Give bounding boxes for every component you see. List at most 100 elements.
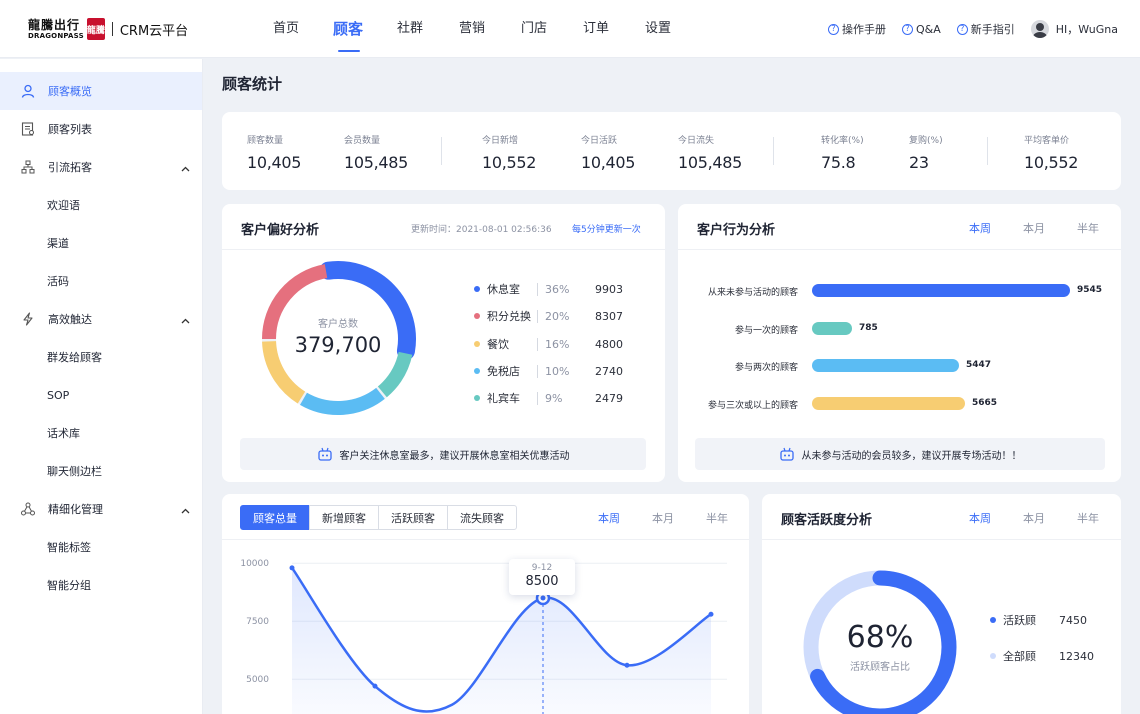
behavior-label: 从来未参与活动的顾客 [707,288,798,298]
data-point[interactable] [624,662,630,668]
segment-lost[interactable]: 流失顾客 [447,505,517,530]
stat-label: 今日活跃 [581,136,618,146]
sidebar-item-acquisition[interactable]: 引流拓客 [0,148,202,186]
tab-week[interactable]: 本周 [969,220,991,236]
behavior-bar [812,397,965,410]
segment-active[interactable]: 活跃顾客 [378,505,448,530]
stat-label: 顾客数量 [247,136,284,146]
logo-wordmark: 龍騰出行 DRAGONPASS [28,19,84,40]
stat-lost-today: 今日流失 105,485 [678,133,742,172]
sidebar-item-script-library[interactable]: 话术库 [0,414,202,452]
sidebar-item-mass-send[interactable]: 群发给顾客 [0,338,202,376]
segment-new[interactable]: 新增顾客 [309,505,379,530]
behavior-value: 5447 [966,360,992,370]
stat-divider [773,137,774,165]
qa-link[interactable]: ? Q&A [902,23,941,36]
sidebar-item-live-code[interactable]: 活码 [0,262,202,300]
legend-name: 礼宾车 [487,392,520,405]
stat-divider [987,137,988,165]
stat-value: 10,405 [247,153,302,172]
behavior-value: 785 [859,323,878,333]
segment-total[interactable]: 顾客总量 [240,505,310,530]
legend-dot [474,313,480,319]
refresh-note-link[interactable]: 每5分钟更新一次 [572,222,641,235]
sidebar-item-label: 高效触达 [48,313,92,326]
brand-logo[interactable]: 龍騰出行 DRAGONPASS 龍騰 CRM云平台 [28,16,188,42]
chevron-up-icon[interactable] [181,162,190,175]
tab-half-year[interactable]: 半年 [706,510,728,526]
tab-week[interactable]: 本周 [969,510,991,526]
sidebar-item-smart-tags[interactable]: 智能标签 [0,528,202,566]
chevron-up-icon[interactable] [181,504,190,517]
sidebar-item-customer-list[interactable]: 顾客列表 [0,110,202,148]
range-tabs: 本周 本月 半年 [598,510,728,526]
legend-name: 全部顾 [1003,650,1036,663]
legend-pct: 10% [537,364,595,378]
stat-value: 105,485 [678,153,743,172]
stat-avg-order: 平均客单价 10,552 [1024,133,1078,172]
stat-label: 今日流失 [678,136,715,146]
sidebar-item-label: 顾客概览 [48,85,92,98]
tooltip-value: 8500 [525,574,559,589]
range-tabs: 本周 本月 半年 [969,510,1099,526]
lightning-icon [20,311,36,327]
sidebar-item-smart-groups[interactable]: 智能分组 [0,566,202,604]
stat-value: 10,405 [581,153,636,172]
chevron-up-icon[interactable] [181,314,190,327]
behavior-bar [812,359,959,372]
manual-link[interactable]: ? 操作手册 [828,21,886,37]
legend-value: 9903 [595,282,623,296]
sidebar-item-reach[interactable]: 高效触达 [0,300,202,338]
legend-pct: 36% [537,282,595,296]
user-menu[interactable]: HI，WuGna [1030,20,1118,38]
tab-month[interactable]: 本月 [1023,220,1045,236]
donut-center-value: 379,700 [294,333,382,357]
stat-value: 105,485 [344,153,409,172]
card-header: 客户行为分析 本周 本月 半年 [678,204,1121,250]
nav-orders[interactable]: 订单 [565,0,627,58]
tooltip-date: 9-12 [531,563,553,573]
card-header: 顾客活跃度分析 本周 本月 半年 [762,494,1121,540]
sidebar-item-chat-sidebar[interactable]: 聊天侧边栏 [0,452,202,490]
tab-month[interactable]: 本月 [1023,510,1045,526]
legend-value: 2479 [595,391,623,405]
data-point[interactable] [289,565,295,571]
data-point[interactable] [708,611,714,617]
trend-card: 顾客总量 新增顾客 活跃顾客 流失顾客 本周 本月 半年 10000 7500 50… [222,494,749,714]
tab-half-year[interactable]: 半年 [1077,510,1099,526]
sidebar-item-channel[interactable]: 渠道 [0,224,202,262]
sidebar-item-customer-overview[interactable]: 顾客概览 [0,72,202,110]
logo-badge: 龍騰 [86,18,105,40]
sidebar: 顾客概览 顾客列表 引流拓客 欢迎语 渠道 活码 高效触达 群发给顾客 SOP … [0,59,203,714]
main-nav: 首页 顾客 社群 营销 门店 订单 设置 [255,0,689,58]
sidebar-item-label: 引流拓客 [48,161,92,174]
nav-settings[interactable]: 设置 [627,0,689,58]
activity-percent: 68% [846,620,914,655]
nav-home[interactable]: 首页 [255,0,317,58]
stat-value: 23 [909,153,929,172]
sidebar-item-sop[interactable]: SOP [0,376,202,414]
legend-item: 休息室 36% 9903 [474,282,623,296]
stat-active-today: 今日活跃 10,405 [581,133,635,172]
avatar [1030,20,1049,38]
tab-month[interactable]: 本月 [652,510,674,526]
sidebar-item-welcome[interactable]: 欢迎语 [0,186,202,224]
app-title: CRM云平台 [119,23,189,39]
behavior-bar [812,322,852,335]
tab-half-year[interactable]: 半年 [1077,220,1099,236]
nav-stores[interactable]: 门店 [503,0,565,58]
stat-label: 会员数量 [344,136,381,146]
sidebar-item-refined-management[interactable]: 精细化管理 [0,490,202,528]
legend-value: 4800 [595,337,623,351]
guide-link[interactable]: ? 新手指引 [956,21,1015,37]
help-circle-icon: ? [828,23,840,35]
nav-customers[interactable]: 顾客 [317,0,379,58]
tab-week[interactable]: 本周 [598,510,620,526]
help-circle-icon: ? [956,23,968,35]
stat-divider [441,137,442,165]
data-point[interactable] [372,683,378,689]
nav-marketing[interactable]: 营销 [441,0,503,58]
trend-line-chart: 10000 7500 5000 [240,559,727,714]
card-header: 客户偏好分析 更新时间：2021-08-01 02:56:36 每5分钟更新一次 [222,204,665,250]
nav-community[interactable]: 社群 [379,0,441,58]
